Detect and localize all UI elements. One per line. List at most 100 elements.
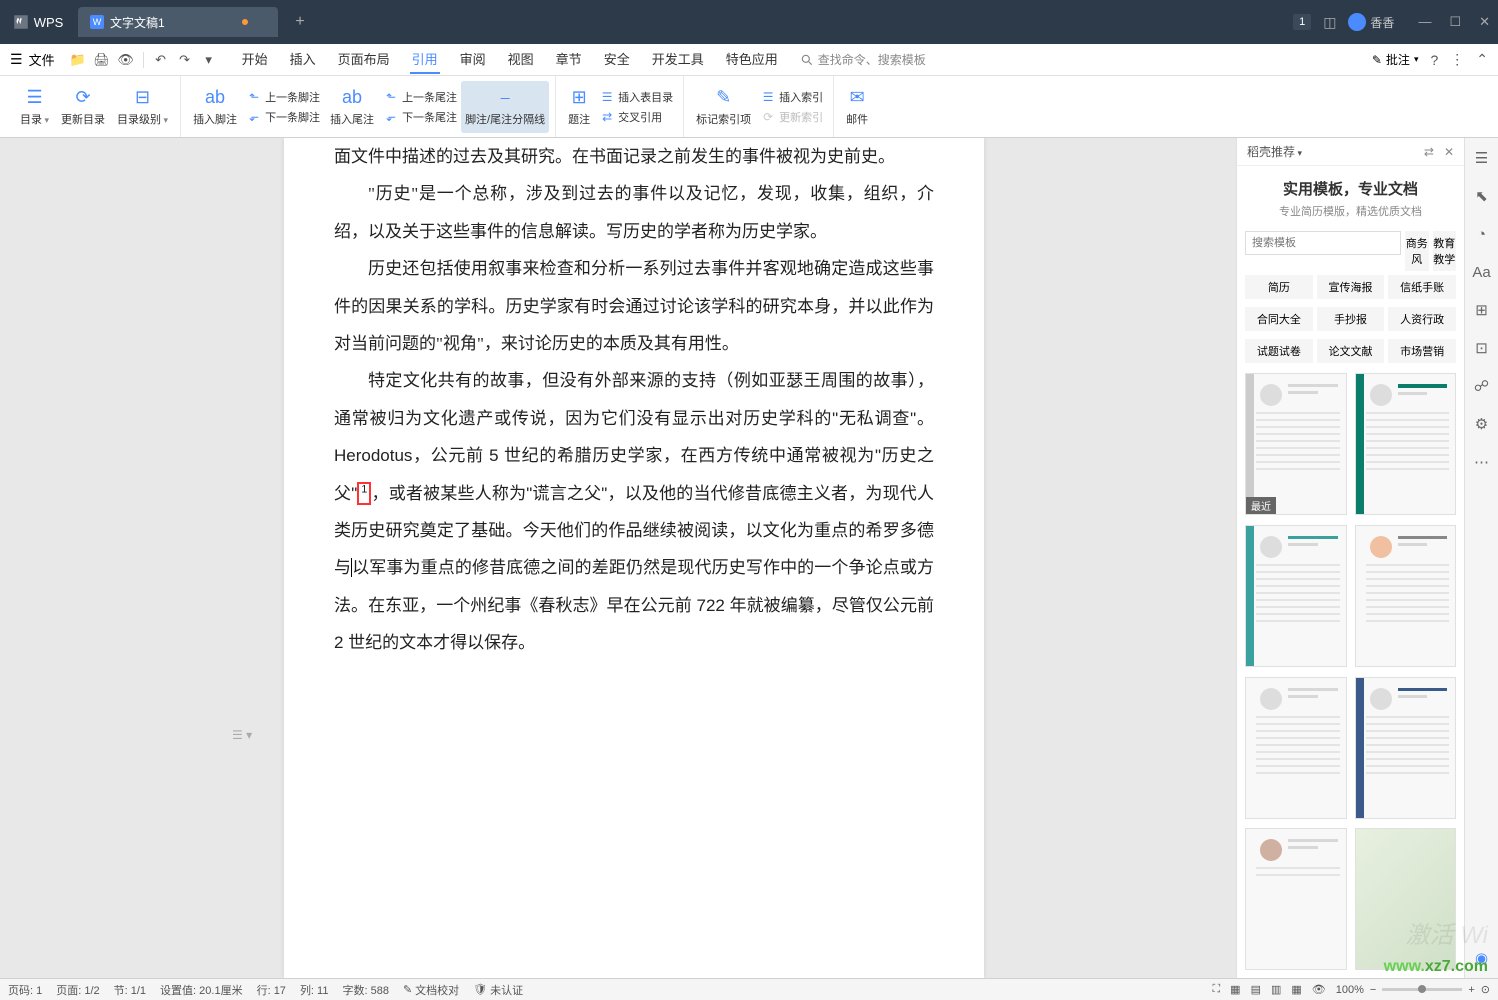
chip-resume[interactable]: 简历 xyxy=(1245,275,1313,299)
status-proof[interactable]: ✎文档校对 xyxy=(403,982,459,998)
insert-fig-toc-button[interactable]: ☰插入表目录 xyxy=(600,89,673,105)
status-cert[interactable]: 🛡未认证 xyxy=(473,982,523,998)
zoom-out-icon[interactable]: − xyxy=(1370,984,1376,996)
insert-index-button[interactable]: ☰插入索引 xyxy=(761,89,823,105)
collapse-ribbon-icon[interactable]: ⌃ xyxy=(1476,51,1488,68)
rail-style-icon[interactable]: Aa xyxy=(1472,262,1492,282)
view-print-icon[interactable]: ▦ xyxy=(1230,983,1240,996)
view-fullscreen-icon[interactable]: ⛶ xyxy=(1212,983,1220,996)
rail-select-icon[interactable]: ⬉ xyxy=(1472,186,1492,206)
wps-logo[interactable]: WPS xyxy=(5,7,70,37)
print-icon[interactable]: 👁 xyxy=(115,49,137,71)
template-item[interactable] xyxy=(1355,677,1457,819)
next-endnote-button[interactable]: ⬐下一条尾注 xyxy=(384,109,457,125)
zoom-control[interactable]: 100% − + ⊙ xyxy=(1336,983,1490,996)
tab-pagelayout[interactable]: 页面布局 xyxy=(336,45,392,74)
status-page[interactable]: 页面: 1/2 xyxy=(56,982,99,998)
view-eye-icon[interactable]: 👁 xyxy=(1312,983,1326,996)
help-icon[interactable]: ? xyxy=(1430,52,1438,68)
redo-icon[interactable]: ↷ xyxy=(174,49,196,71)
zoom-in-icon[interactable]: + xyxy=(1468,984,1474,996)
view-web-icon[interactable]: ▥ xyxy=(1271,983,1281,996)
template-item[interactable]: 最近 xyxy=(1245,373,1347,515)
more-icon[interactable]: ⋮ xyxy=(1450,51,1464,68)
document-area[interactable]: 面文件中描述的过去及其研究。在书面记录之前发生的事件被视为史前史。 "历史"是一… xyxy=(0,138,1268,978)
template-search-input[interactable] xyxy=(1245,231,1401,255)
footnote-reference-highlight[interactable]: 1 xyxy=(357,482,371,505)
status-pagenum[interactable]: 页码: 1 xyxy=(8,982,42,998)
tab-view[interactable]: 视图 xyxy=(506,45,536,74)
toc-level-button[interactable]: ⊟目录级别 xyxy=(111,81,174,133)
tab-devtools[interactable]: 开发工具 xyxy=(650,45,706,74)
tab-section[interactable]: 章节 xyxy=(554,45,584,74)
prev-footnote-button[interactable]: ⬑上一条脚注 xyxy=(247,89,320,105)
save-icon[interactable]: 🖨 xyxy=(91,49,113,71)
tab-start[interactable]: 开始 xyxy=(240,45,270,74)
rail-template-icon[interactable]: ⊡ xyxy=(1472,338,1492,358)
chip-marketing[interactable]: 市场营销 xyxy=(1388,339,1456,363)
page-action-icon[interactable]: ☰ ▾ xyxy=(232,728,252,742)
undo-icon[interactable]: ↶ xyxy=(150,49,172,71)
insert-footnote-button[interactable]: ab插入脚注 xyxy=(187,81,243,133)
status-setting[interactable]: 设置值: 20.1厘米 xyxy=(160,982,243,998)
rail-more-icon[interactable]: ⋯ xyxy=(1472,452,1492,472)
zoom-slider[interactable] xyxy=(1382,988,1462,991)
new-tab-button[interactable]: + xyxy=(288,10,312,34)
file-menu[interactable]: 文件 xyxy=(29,50,55,69)
next-footnote-button[interactable]: ⬐下一条脚注 xyxy=(247,109,320,125)
panel-close-icon[interactable]: ✕ xyxy=(1444,145,1454,159)
template-item[interactable] xyxy=(1355,373,1457,515)
minimize-button[interactable]: — xyxy=(1418,14,1431,30)
notes-button[interactable]: ✎ 批注 ▾ xyxy=(1372,51,1419,68)
user-account[interactable]: 香香 xyxy=(1348,13,1394,31)
open-icon[interactable]: 📁 xyxy=(67,49,89,71)
insert-endnote-button[interactable]: ab插入尾注 xyxy=(324,81,380,133)
rail-grid-icon[interactable]: ⊞ xyxy=(1472,300,1492,320)
status-section[interactable]: 节: 1/1 xyxy=(114,982,146,998)
zoom-fit-icon[interactable]: ⊙ xyxy=(1481,983,1490,996)
caption-button[interactable]: ⊞题注 xyxy=(562,81,596,133)
template-item[interactable] xyxy=(1355,828,1457,970)
status-words[interactable]: 字数: 588 xyxy=(342,982,388,998)
prev-endnote-button[interactable]: ⬑上一条尾注 xyxy=(384,89,457,105)
tab-review[interactable]: 审阅 xyxy=(458,45,488,74)
cube-icon[interactable]: ◫ xyxy=(1323,14,1336,31)
mark-index-button[interactable]: ✎标记索引项 xyxy=(690,81,757,133)
chip-poster[interactable]: 宣传海报 xyxy=(1317,275,1385,299)
chip-education[interactable]: 教育教学 xyxy=(1433,231,1457,271)
tab-references[interactable]: 引用 xyxy=(410,45,440,74)
mail-button[interactable]: ✉邮件 xyxy=(840,81,874,133)
update-toc-button[interactable]: ⟳更新目录 xyxy=(55,81,111,133)
tab-insert[interactable]: 插入 xyxy=(288,45,318,74)
close-button[interactable]: ✕ xyxy=(1479,14,1490,30)
status-col[interactable]: 列: 11 xyxy=(300,982,329,998)
document-page[interactable]: 面文件中描述的过去及其研究。在书面记录之前发生的事件被视为史前史。 "历史"是一… xyxy=(284,138,984,978)
tab-special[interactable]: 特色应用 xyxy=(724,45,780,74)
rail-collapse-icon[interactable]: ☰ xyxy=(1472,148,1492,168)
chip-hr[interactable]: 人资行政 xyxy=(1388,307,1456,331)
panel-settings-icon[interactable]: ⇄ xyxy=(1424,145,1434,159)
template-item[interactable] xyxy=(1245,525,1347,667)
rail-docer-icon[interactable]: ◉ xyxy=(1472,948,1492,968)
rail-gear-icon[interactable]: ⚙ xyxy=(1472,414,1492,434)
panel-title[interactable]: 稻壳推荐 xyxy=(1247,143,1302,160)
view-page-icon[interactable]: ▤ xyxy=(1251,983,1261,996)
chip-exam[interactable]: 试题试卷 xyxy=(1245,339,1313,363)
rail-link-icon[interactable]: ☍ xyxy=(1472,376,1492,396)
chip-newspaper[interactable]: 手抄报 xyxy=(1317,307,1385,331)
chip-business[interactable]: 商务风 xyxy=(1405,231,1429,271)
notification-badge[interactable]: 1 xyxy=(1293,14,1311,30)
maximize-button[interactable]: ☐ xyxy=(1449,14,1461,30)
chip-paper[interactable]: 论文文献 xyxy=(1317,339,1385,363)
chip-letter[interactable]: 信纸手账 xyxy=(1388,275,1456,299)
template-item[interactable] xyxy=(1245,677,1347,819)
command-search[interactable]: 查找命令、搜索模板 xyxy=(800,51,926,68)
rail-shape-icon[interactable]: ◔ xyxy=(1472,224,1492,244)
template-item[interactable] xyxy=(1245,828,1347,970)
tab-security[interactable]: 安全 xyxy=(602,45,632,74)
toc-button[interactable]: ☰目录 xyxy=(14,81,55,133)
hamburger-icon[interactable]: ☰ xyxy=(10,51,23,68)
qat-dropdown[interactable]: ▾ xyxy=(198,49,220,71)
template-item[interactable] xyxy=(1355,525,1457,667)
footnote-separator-button[interactable]: ⎯脚注/尾注分隔线 xyxy=(461,81,549,133)
